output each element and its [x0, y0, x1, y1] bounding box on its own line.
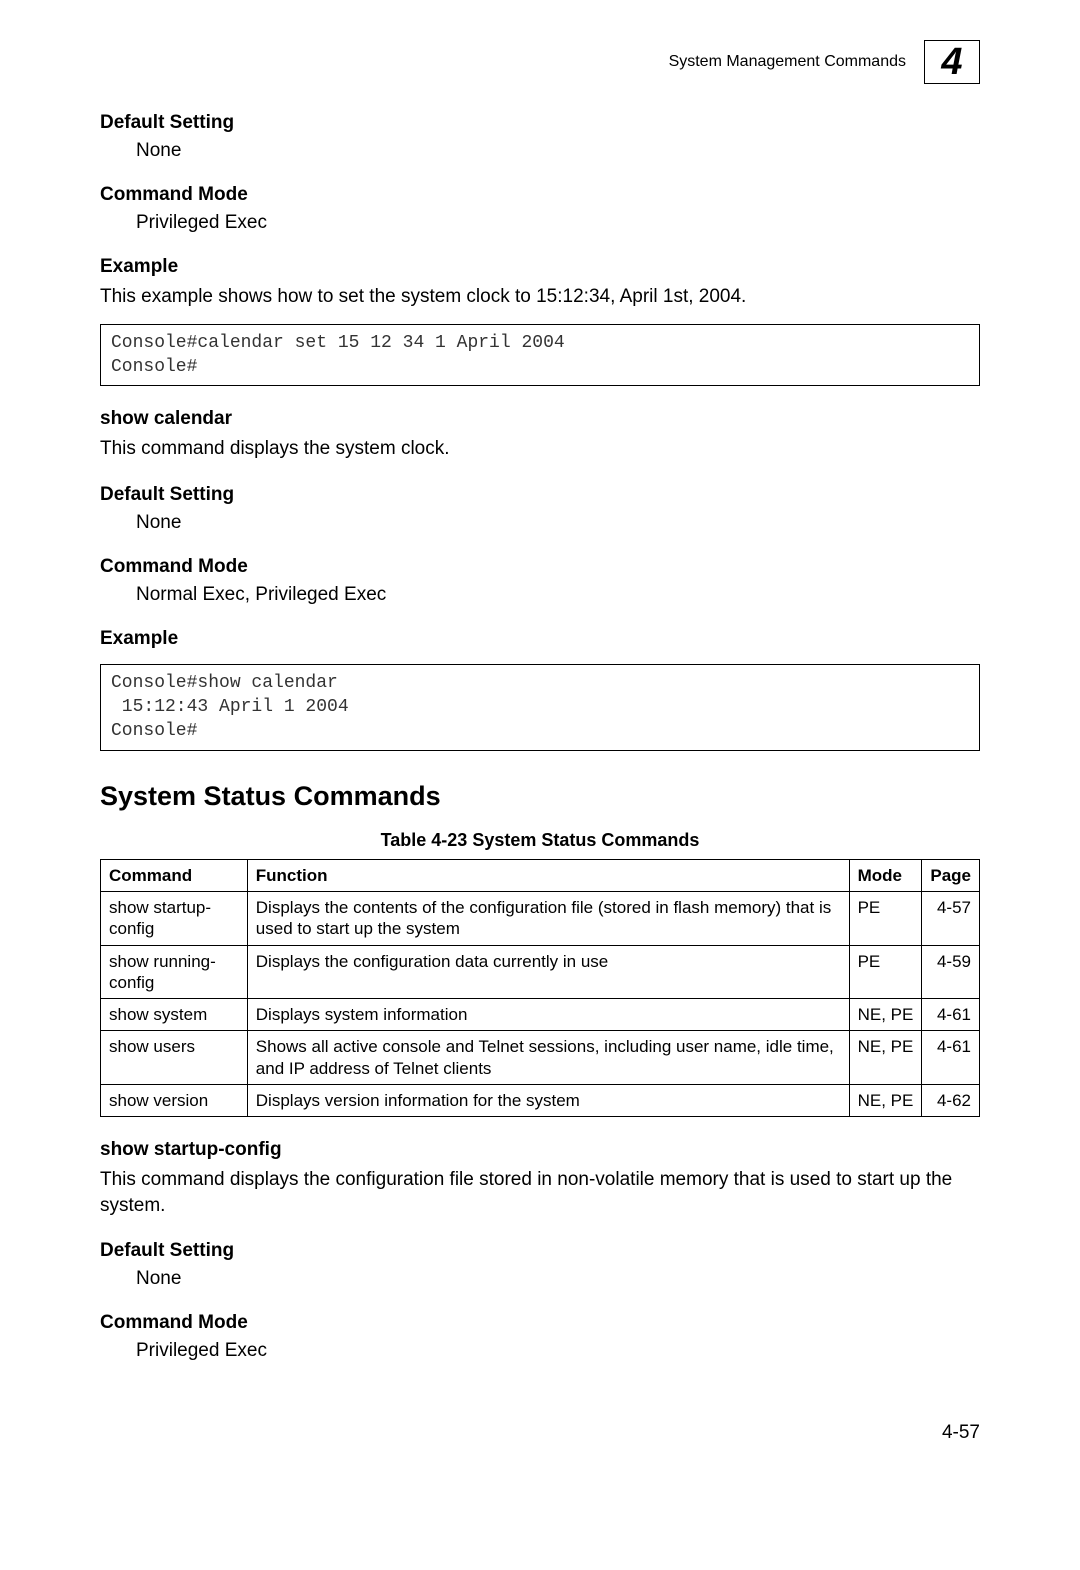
table-row: show system Displays system information … — [101, 999, 980, 1031]
value-default-setting-1: None — [136, 140, 980, 162]
code-block-1: Console#calendar set 15 12 34 1 April 20… — [100, 324, 980, 387]
cell-page: 4-57 — [922, 892, 980, 946]
table-header-row: Command Function Mode Page — [101, 859, 980, 891]
cell-cmd: show running-config — [101, 945, 248, 999]
table-row: show version Displays version informatio… — [101, 1084, 980, 1116]
cell-cmd: show users — [101, 1031, 248, 1085]
cell-page: 4-61 — [922, 1031, 980, 1085]
cell-mode: PE — [849, 945, 922, 999]
code-block-2: Console#show calendar 15:12:43 April 1 2… — [100, 664, 980, 751]
show-calendar-desc: This command displays the system clock. — [100, 436, 980, 462]
heading-command-mode-3: Command Mode — [100, 1312, 980, 1334]
chapter-number-badge: 4 — [924, 40, 980, 84]
heading-show-calendar: show calendar — [100, 408, 980, 430]
heading-command-mode-1: Command Mode — [100, 184, 980, 206]
table-row: show users Shows all active console and … — [101, 1031, 980, 1085]
cell-mode: NE, PE — [849, 1031, 922, 1085]
th-command: Command — [101, 859, 248, 891]
heading-command-mode-2: Command Mode — [100, 556, 980, 578]
cell-fn: Shows all active console and Telnet sess… — [247, 1031, 849, 1085]
value-default-setting-2: None — [136, 512, 980, 534]
cell-mode: PE — [849, 892, 922, 946]
value-command-mode-2: Normal Exec, Privileged Exec — [136, 584, 980, 606]
cell-cmd: show version — [101, 1084, 248, 1116]
value-command-mode-3: Privileged Exec — [136, 1340, 980, 1362]
table-caption: Table 4-23 System Status Commands — [100, 830, 980, 851]
cell-page: 4-62 — [922, 1084, 980, 1116]
table-row: show startup-config Displays the content… — [101, 892, 980, 946]
show-startup-desc: This command displays the configuration … — [100, 1167, 980, 1218]
heading-default-setting-2: Default Setting — [100, 484, 980, 506]
value-default-setting-3: None — [136, 1268, 980, 1290]
table-row: show running-config Displays the configu… — [101, 945, 980, 999]
page-number: 4-57 — [100, 1422, 980, 1444]
page: System Management Commands 4 Default Set… — [0, 0, 1080, 1504]
page-header: System Management Commands 4 — [100, 40, 980, 84]
cell-page: 4-59 — [922, 945, 980, 999]
heading-default-setting-1: Default Setting — [100, 112, 980, 134]
heading-default-setting-3: Default Setting — [100, 1240, 980, 1262]
cell-fn: Displays system information — [247, 999, 849, 1031]
heading-show-startup-config: show startup-config — [100, 1139, 980, 1161]
cell-mode: NE, PE — [849, 1084, 922, 1116]
cell-cmd: show system — [101, 999, 248, 1031]
status-commands-table: Command Function Mode Page show startup-… — [100, 859, 980, 1117]
cell-fn: Displays the configuration data currentl… — [247, 945, 849, 999]
header-title: System Management Commands — [669, 53, 906, 71]
th-mode: Mode — [849, 859, 922, 891]
cell-fn: Displays the contents of the configurati… — [247, 892, 849, 946]
heading-example-1: Example — [100, 256, 980, 278]
value-command-mode-1: Privileged Exec — [136, 212, 980, 234]
cell-fn: Displays version information for the sys… — [247, 1084, 849, 1116]
heading-example-2: Example — [100, 628, 980, 650]
chapter-number: 4 — [941, 43, 962, 81]
cell-page: 4-61 — [922, 999, 980, 1031]
cell-mode: NE, PE — [849, 999, 922, 1031]
th-page: Page — [922, 859, 980, 891]
example-1-intro: This example shows how to set the system… — [100, 284, 980, 310]
heading-system-status-commands: System Status Commands — [100, 781, 980, 812]
th-function: Function — [247, 859, 849, 891]
cell-cmd: show startup-config — [101, 892, 248, 946]
